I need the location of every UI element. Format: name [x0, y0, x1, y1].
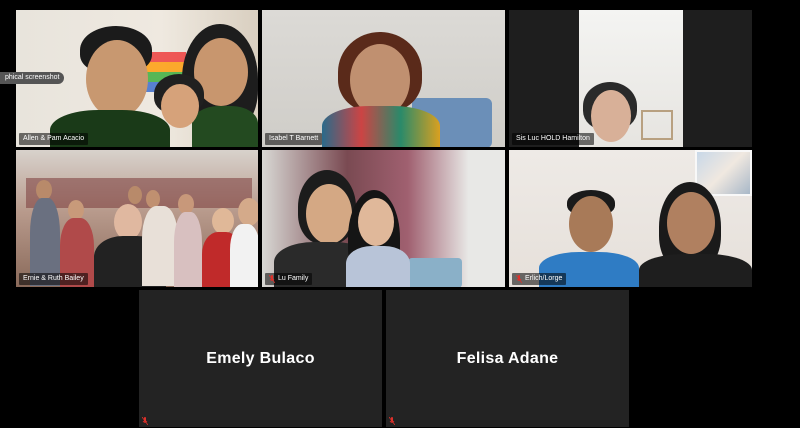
person: [639, 254, 752, 287]
person: [569, 196, 613, 252]
person: [161, 84, 199, 128]
video-tile-isabel[interactable]: Isabel T Barnett: [262, 10, 505, 147]
video-tile-erlich-lorge[interactable]: Erlich/Lorge: [509, 150, 752, 287]
participant-name-tag: Isabel T Barnett: [265, 133, 323, 145]
video-tile-emely[interactable]: Emely Bulaco: [139, 290, 382, 427]
video-tile-ernie-ruth[interactable]: Ernie & Ruth Bailey: [16, 150, 258, 287]
person: [114, 204, 142, 240]
participant-name: Ernie & Ruth Bailey: [23, 275, 84, 282]
participant-name-tag: Ernie & Ruth Bailey: [19, 273, 88, 285]
person: [128, 186, 142, 204]
person: [306, 184, 352, 244]
participant-name-tag: Lu Family: [265, 273, 313, 285]
person: [322, 106, 440, 147]
person: [591, 90, 631, 142]
participant-name: Lu Family: [278, 275, 309, 282]
video-tile-lu-family[interactable]: Lu Family: [262, 150, 505, 287]
mic-off-icon: [142, 417, 148, 425]
participant-name-tag: Erlich/Lorge: [512, 273, 567, 285]
screenshot-tooltip: phical screenshot: [0, 72, 65, 84]
person: [230, 224, 258, 287]
mic-off-icon: [269, 275, 275, 283]
mic-off-icon: [389, 417, 395, 425]
person: [68, 200, 84, 220]
person: [667, 192, 715, 254]
person: [192, 106, 258, 147]
participant-name: Allen & Pam Acacio: [23, 135, 85, 142]
person: [178, 194, 194, 214]
person: [346, 246, 410, 287]
wall-frame: [641, 110, 673, 140]
participant-name: Isabel T Barnett: [269, 135, 319, 142]
person: [36, 180, 52, 200]
person: [212, 208, 234, 234]
person: [142, 206, 178, 286]
participant-name-tag: Sis Luc HOLD Hamilton: [512, 133, 594, 145]
person: [174, 212, 202, 287]
participant-name: Erlich/Lorge: [525, 275, 563, 282]
couch: [408, 258, 462, 287]
video-tile-felisa[interactable]: Felisa Adane: [386, 290, 629, 427]
participant-name: Felisa Adane: [456, 349, 559, 367]
participant-name: Emely Bulaco: [206, 349, 315, 367]
person: [86, 40, 148, 118]
participant-name-tag: Allen & Pam Acacio: [19, 133, 89, 145]
video-tile-sis-luc[interactable]: Sis Luc HOLD Hamilton: [509, 10, 752, 147]
mic-off-icon: [516, 275, 522, 283]
participant-name: Sis Luc HOLD Hamilton: [516, 135, 590, 142]
person: [238, 198, 258, 226]
person: [358, 198, 394, 246]
